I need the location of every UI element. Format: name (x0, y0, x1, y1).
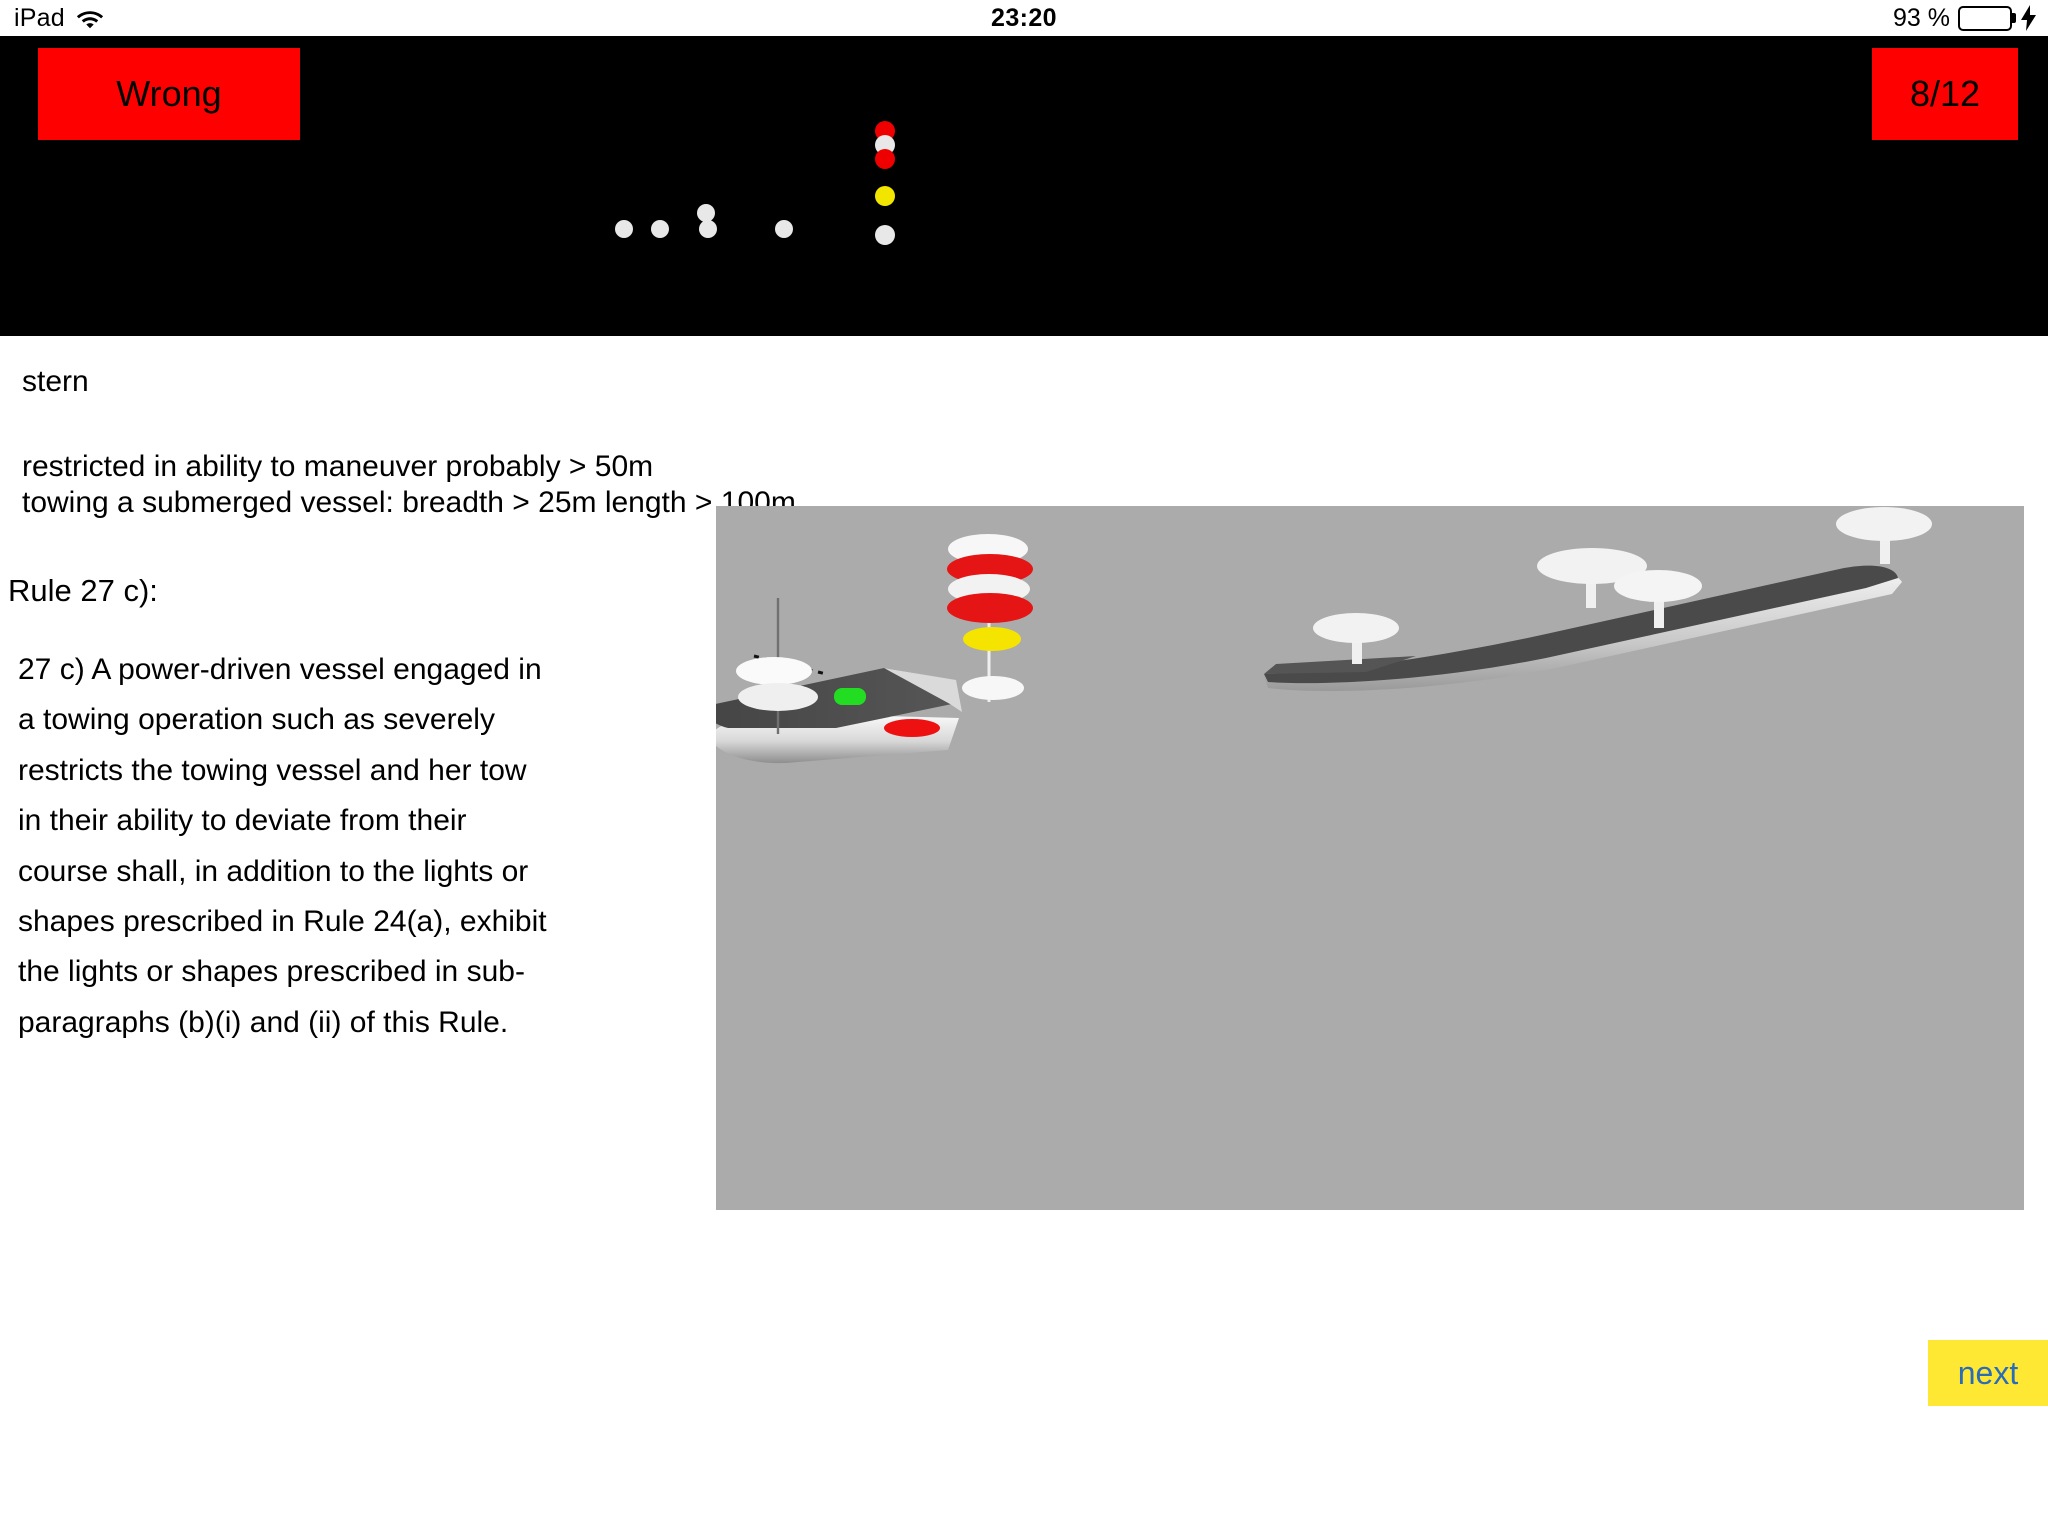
towed-submerged-vessel (1264, 507, 1932, 692)
shape-foremast-white-upper (736, 657, 812, 685)
vessel-3d-scene (716, 506, 2024, 1210)
hint-stern: stern (22, 365, 89, 398)
rule-title: Rule 27 c): (8, 573, 158, 608)
app-screen: iPad 23:20 93 % Wrong 8/12 stern restric… (0, 0, 2048, 1536)
towed-light-3-disc (1614, 570, 1702, 602)
battery-icon (1958, 5, 2016, 31)
shape-foremast-white-lower (738, 683, 818, 711)
towed-light-1 (1313, 613, 1399, 664)
light-white-mid (775, 220, 793, 238)
hint-line-1: restricted in ability to maneuver probab… (22, 450, 654, 483)
answer-feedback-button[interactable]: Wrong (38, 48, 300, 140)
battery-percent-label: 93 % (1893, 3, 1950, 32)
score-badge: 8/12 (1872, 48, 2018, 140)
light-white-port-2 (651, 220, 669, 238)
battery-cap (2012, 13, 2016, 23)
hint-line-2: towing a submerged vessel: breadth > 25m… (22, 486, 796, 519)
light-red-bottom (875, 149, 895, 169)
towed-light-4-disc (1836, 507, 1932, 541)
light-white-stern (875, 225, 895, 245)
sidelight-red-port (884, 719, 940, 737)
explanation-column: stern restricted in ability to maneuver … (0, 336, 796, 1048)
lightning-bolt-icon (2020, 5, 2038, 31)
rule-body: 27 c) A power-driven vessel engaged in a… (18, 653, 547, 1039)
light-white-stern-3d (962, 676, 1024, 700)
light-white-port-1 (615, 220, 633, 238)
vessel-scene-svg (716, 507, 1932, 764)
clock: 23:20 (991, 3, 1057, 32)
towed-light-1-disc (1313, 613, 1399, 643)
towing-vessel (716, 534, 1033, 764)
sidelight-green-starboard (834, 688, 866, 705)
status-bar-right: 93 % (1893, 0, 2038, 36)
status-bar: iPad 23:20 93 % (0, 0, 2048, 36)
light-yellow-towing (875, 186, 895, 206)
light-yellow-towing-3d (963, 627, 1021, 651)
towed-light-4 (1836, 507, 1932, 564)
navigation-lights-panel: Wrong 8/12 (0, 36, 2048, 336)
next-button[interactable]: next (1928, 1340, 2048, 1406)
hint-block: restricted in ability to maneuver probab… (22, 449, 796, 521)
light-white-lower (699, 220, 717, 238)
shape-main-red-lower (947, 593, 1033, 623)
